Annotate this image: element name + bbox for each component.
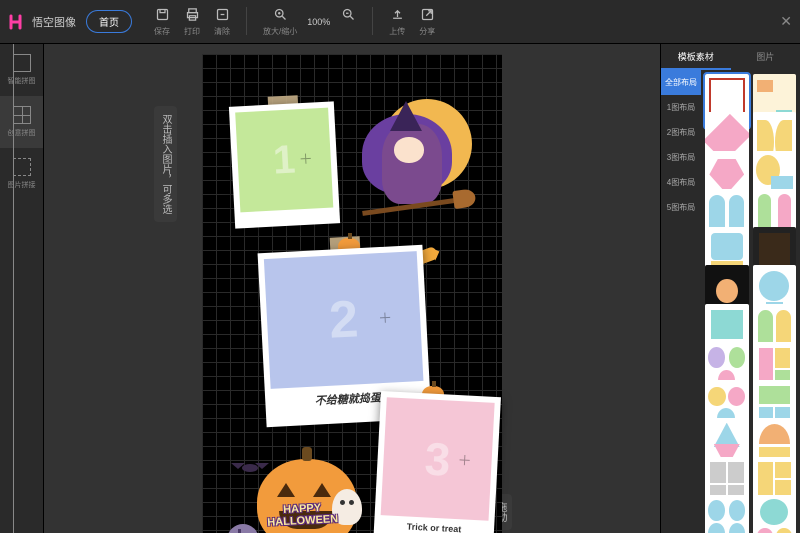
- filter-3[interactable]: 3图布局: [661, 145, 701, 170]
- layout-filter-list: 全部布局 1图布局 2图布局 3图布局 4图布局 5图布局: [661, 70, 701, 533]
- filter-4[interactable]: 4图布局: [661, 170, 701, 195]
- tab-templates[interactable]: 模板素材: [661, 44, 731, 70]
- sidebar-item-smart-collage[interactable]: 智能拼图: [0, 44, 43, 96]
- zoom-in-icon: [272, 7, 288, 23]
- zoom-out-icon: [340, 7, 356, 23]
- filter-5[interactable]: 5图布局: [661, 195, 701, 220]
- sidebar-item-image-stitch[interactable]: 图片拼接: [0, 148, 43, 200]
- zoom-value: 100%: [307, 17, 330, 27]
- halloween-illustration: HAPPYHALLOWEEN: [212, 434, 382, 533]
- left-sidebar: 智能拼图 创意拼图 图片拼接: [0, 44, 44, 533]
- app-logo-icon: [8, 13, 26, 31]
- add-icon: ＋: [298, 149, 313, 170]
- add-icon: ＋: [378, 307, 393, 328]
- filter-1[interactable]: 1图布局: [661, 95, 701, 120]
- share-button[interactable]: 分享: [415, 7, 439, 37]
- upload-button[interactable]: 上传: [385, 7, 409, 37]
- print-icon: [184, 7, 200, 23]
- canvas-area: 双击插入图片，可多选 拖动 1＋ 2＋ 不给糖就捣蛋 3＋ Trick or t…: [44, 44, 660, 533]
- filter-all[interactable]: 全部布局: [661, 70, 701, 95]
- photo-frame-3[interactable]: 3＋ Trick or treat: [373, 391, 501, 533]
- design-canvas[interactable]: 1＋ 2＋ 不给糖就捣蛋 3＋ Trick or treat HAPPYHALL…: [202, 54, 502, 533]
- save-button[interactable]: 保存: [150, 7, 174, 37]
- app-title: 悟空图像: [32, 14, 76, 30]
- top-toolbar: 悟空图像 首页 保存 打印 清除 放大/缩小 100% 上传: [0, 0, 800, 44]
- witch-illustration: [342, 99, 462, 239]
- close-button[interactable]: ✕: [780, 13, 792, 30]
- template-thumb[interactable]: [753, 495, 797, 533]
- zoom-in-button[interactable]: 放大/缩小: [259, 7, 301, 37]
- share-icon: [419, 7, 435, 23]
- home-button[interactable]: 首页: [86, 10, 132, 33]
- remove-button[interactable]: 清除: [210, 7, 234, 37]
- print-button[interactable]: 打印: [180, 7, 204, 37]
- upload-icon: [389, 7, 405, 23]
- add-icon: ＋: [457, 450, 472, 471]
- right-panel: 模板素材 图片 全部布局 1图布局 2图布局 3图布局 4图布局 5图布局: [660, 44, 800, 533]
- template-thumb[interactable]: [705, 495, 749, 533]
- save-icon: [154, 7, 170, 23]
- frame-3-caption: Trick or treat: [380, 520, 488, 533]
- tab-images[interactable]: 图片: [731, 44, 800, 70]
- filter-2[interactable]: 2图布局: [661, 120, 701, 145]
- remove-icon: [214, 7, 230, 23]
- smart-collage-icon: [13, 54, 31, 72]
- hint-insert-image: 双击插入图片，可多选: [154, 106, 177, 222]
- photo-frame-1[interactable]: 1＋: [229, 101, 340, 228]
- image-stitch-icon: [13, 158, 31, 176]
- zoom-out-button[interactable]: [336, 7, 360, 23]
- template-thumbnails: [701, 70, 800, 533]
- sidebar-item-creative-collage[interactable]: 创意拼图: [0, 96, 43, 148]
- creative-collage-icon: [13, 106, 31, 124]
